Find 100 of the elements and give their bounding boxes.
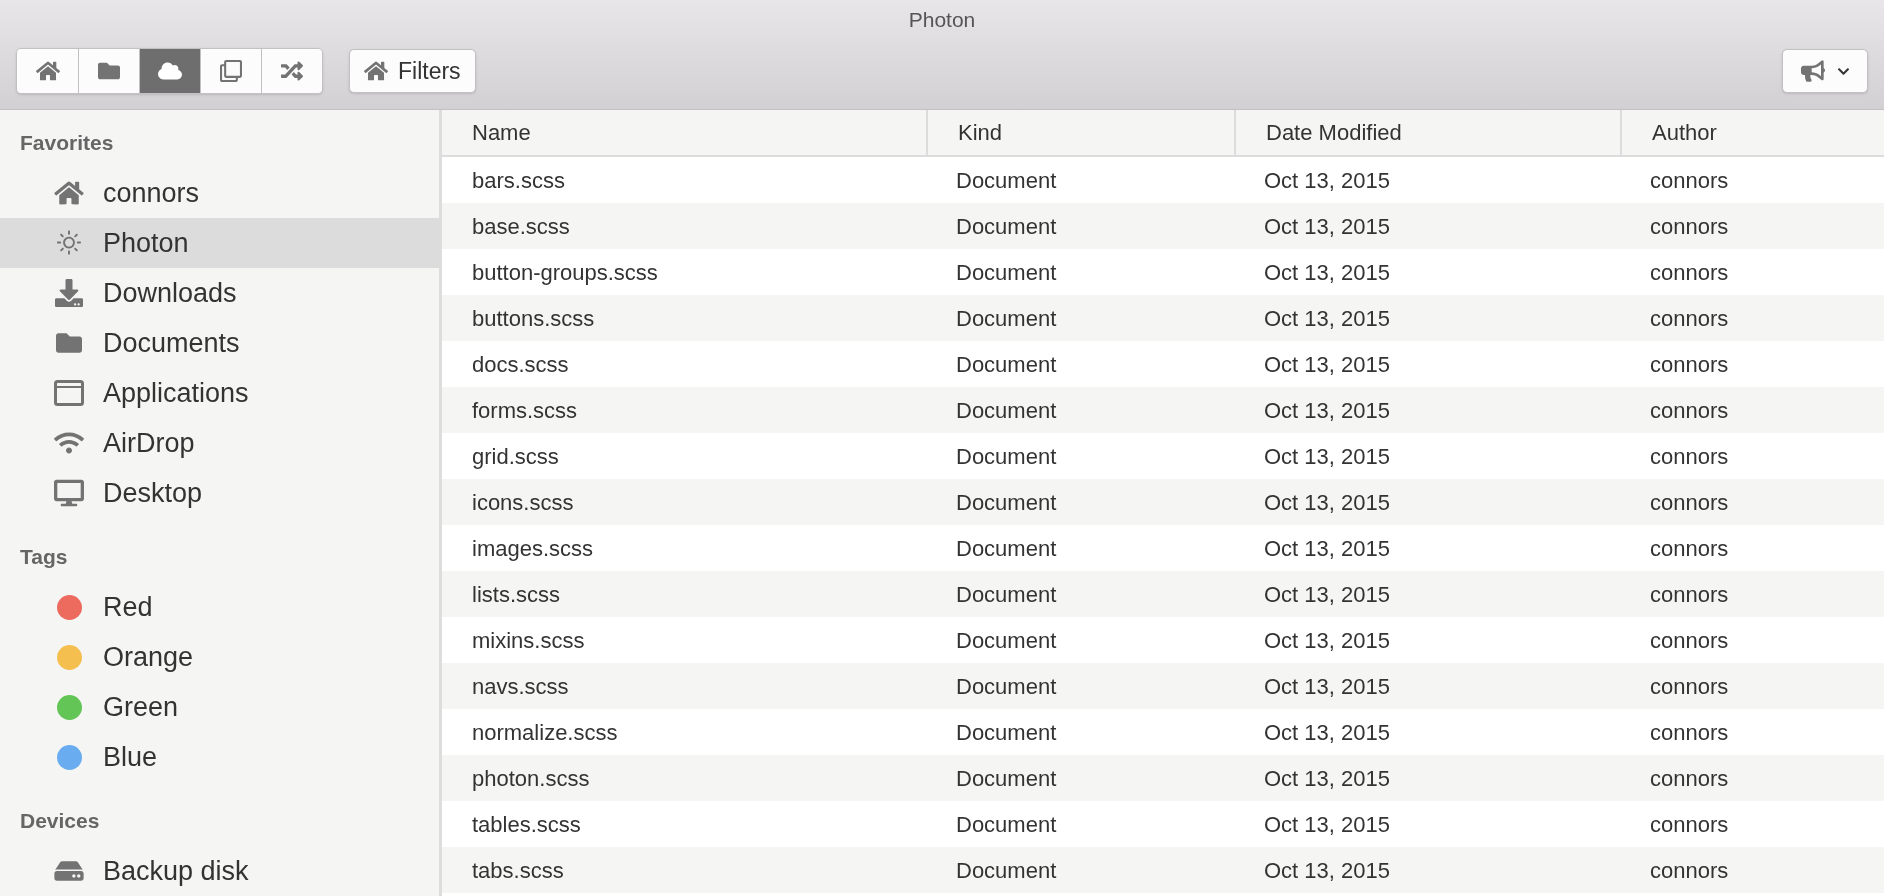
sidebar-item[interactable]: Downloads	[0, 268, 439, 318]
table-cell-text: docs.scss	[472, 350, 569, 379]
table-cell-text: Oct 13, 2015	[1264, 166, 1390, 195]
sidebar-item[interactable]: Photon	[0, 218, 439, 268]
table-cell-text: connors	[1650, 166, 1729, 195]
table-cell-text: forms.scss	[472, 396, 578, 425]
monitor-icon	[54, 479, 84, 507]
toolbar-button[interactable]	[261, 49, 322, 93]
sidebar-item[interactable]: Red	[0, 582, 439, 632]
table-cell-text: connors	[1650, 672, 1729, 701]
table-cell-text: Oct 13, 2015	[1264, 580, 1390, 609]
table-cell-text: Document	[956, 488, 1057, 517]
table-cell-text: Document	[956, 258, 1057, 287]
table-cell-text: Document	[956, 166, 1057, 195]
section-heading: Favorites	[20, 130, 114, 157]
column-header[interactable]: Date Modified	[1234, 110, 1620, 155]
sidebar-item[interactable]: AirDrop	[0, 418, 439, 468]
sidebar-item[interactable]: Desktop	[0, 468, 439, 518]
section-heading: Tags	[20, 544, 68, 571]
table-cell-text: lists.scss	[472, 580, 560, 609]
download-icon	[54, 279, 84, 307]
table-cell-text: Document	[956, 764, 1057, 793]
table-cell-text: Document	[956, 396, 1057, 425]
table-cell-text: Oct 13, 2015	[1264, 258, 1390, 287]
table-cell-text: connors	[1650, 626, 1729, 655]
table-cell-text: Oct 13, 2015	[1264, 396, 1390, 425]
table-cell-text: connors	[1650, 304, 1729, 333]
table-cell-text: connors	[1650, 212, 1729, 241]
table-cell-text: images.scss	[472, 534, 594, 563]
toolbar-button[interactable]	[17, 49, 78, 93]
toolbar-button[interactable]	[78, 49, 139, 93]
table-cell-text: Document	[956, 350, 1057, 379]
table-cell-text: connors	[1650, 350, 1729, 379]
table-cell-text: connors	[1650, 580, 1729, 609]
home-icon	[54, 180, 84, 206]
table-cell-text: mixins.scss	[472, 626, 585, 655]
sidebar-item[interactable]: Applications	[0, 368, 439, 418]
table-cell-text: Document	[956, 856, 1057, 885]
table-cell-text: button-groups.scss	[472, 258, 658, 287]
sidebar-item[interactable]: Green	[0, 682, 439, 732]
table-cell-text: Oct 13, 2015	[1264, 764, 1390, 793]
table-cell-text: Document	[956, 810, 1057, 839]
table-cell-text: Oct 13, 2015	[1264, 856, 1390, 885]
table-cell-text: buttons.scss	[472, 304, 595, 333]
sidebar-item[interactable]: Blue	[0, 732, 439, 782]
table-cell-text: connors	[1650, 718, 1729, 747]
column-header[interactable]: Name	[442, 110, 926, 155]
wifi-icon	[54, 430, 84, 456]
table-cell-text: connors	[1650, 488, 1729, 517]
table-cell-text: bars.scss	[472, 166, 565, 195]
table-cell-text: normalize.scss	[472, 718, 618, 747]
table-cell-text: connors	[1650, 396, 1729, 425]
table-cell-text: Oct 13, 2015	[1264, 488, 1390, 517]
table-cell-text: icons.scss	[472, 488, 574, 517]
table-cell-text: photon.scss	[472, 764, 590, 793]
table-cell-text: Oct 13, 2015	[1264, 810, 1390, 839]
window-title: Photon	[908, 7, 976, 34]
table-cell-text: Document	[956, 672, 1057, 701]
table-cell-text: connors	[1650, 810, 1729, 839]
window-icon	[54, 380, 84, 406]
announce-dropdown-button[interactable]	[1782, 49, 1868, 93]
toolbar-button[interactable]	[200, 49, 261, 93]
table-cell-text: Document	[956, 534, 1057, 563]
sidebar-item[interactable]: connors	[0, 168, 439, 218]
filters-button[interactable]: Filters	[349, 49, 476, 93]
table-cell-text: Oct 13, 2015	[1264, 350, 1390, 379]
toolbar-button[interactable]	[139, 49, 200, 93]
table-cell-text: connors	[1650, 534, 1729, 563]
table-cell-text: Document	[956, 212, 1057, 241]
home-icon	[364, 60, 388, 82]
table-cell-text: connors	[1650, 764, 1729, 793]
table-cell-text: Oct 13, 2015	[1264, 212, 1390, 241]
table-cell-text: Document	[956, 626, 1057, 655]
folder-icon	[97, 60, 121, 82]
sidebar-item[interactable]: Documents	[0, 318, 439, 368]
sidebar-item[interactable]: Backup disk	[0, 846, 439, 896]
column-header[interactable]: Author	[1620, 110, 1884, 155]
table-cell-text: Oct 13, 2015	[1264, 442, 1390, 471]
table-cell-text: Document	[956, 442, 1057, 471]
copy-icon	[219, 60, 243, 82]
table-cell-text: Oct 13, 2015	[1264, 304, 1390, 333]
table-cell-text: grid.scss	[472, 442, 559, 471]
section-heading: Devices	[20, 808, 100, 835]
table-cell-text: Oct 13, 2015	[1264, 672, 1390, 701]
cloud-icon	[158, 60, 182, 82]
table-cell-text: connors	[1650, 258, 1729, 287]
folder-icon	[54, 330, 84, 356]
table-cell-text: Document	[956, 718, 1057, 747]
column-header[interactable]: Kind	[926, 110, 1234, 155]
table-cell-text: connors	[1650, 856, 1729, 885]
table-cell-text: Oct 13, 2015	[1264, 626, 1390, 655]
shuffle-icon	[280, 60, 304, 82]
table-cell-text: Document	[956, 580, 1057, 609]
table-cell-text: Document	[956, 304, 1057, 333]
table-cell-text: tabs.scss	[472, 856, 564, 885]
table-cell-text: tables.scss	[472, 810, 581, 839]
sidebar-item[interactable]: Orange	[0, 632, 439, 682]
table-cell-text: base.scss	[472, 212, 570, 241]
table-cell-text: connors	[1650, 442, 1729, 471]
megaphone-icon	[1800, 59, 1825, 83]
